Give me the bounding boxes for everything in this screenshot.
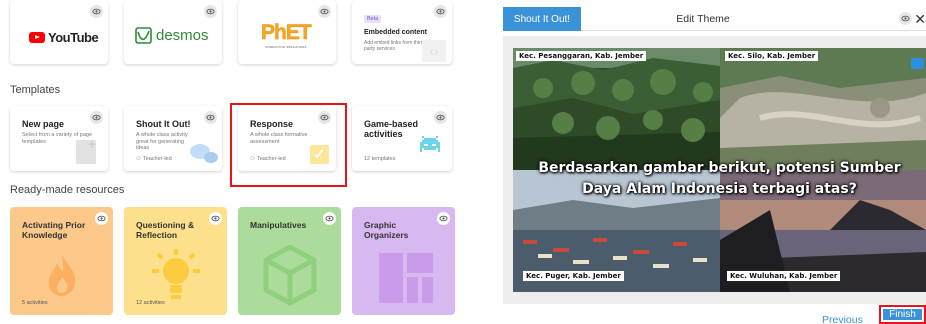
finish-button-highlight: Finish [879, 305, 926, 324]
question-line-1: Berdasarkan gambar berikut, potensi Sumb… [538, 160, 901, 176]
template-meta-label: 12 templates [364, 156, 396, 162]
youtube-logo: YouTube [29, 30, 99, 45]
templates-heading: Templates [10, 84, 61, 96]
activity-editor-panel: Shout It Out! Edit Theme ✕ Kec. Pesangga… [503, 0, 926, 324]
tab-shout-it-out[interactable]: Shout It Out! [503, 7, 581, 31]
youtube-label: YouTube [48, 30, 99, 45]
slide-image: Kec. Pesanggaran, Kab. Jember Kec. Silo,… [513, 48, 926, 292]
preview-eye-icon[interactable] [437, 212, 450, 225]
resource-activating-prior-knowledge-card[interactable]: Activating Prior Knowledge 5 activities [10, 207, 113, 315]
question-line-2: Daya Alam Indonesia terbagi atas? [582, 181, 857, 197]
beta-badge: Beta [364, 15, 382, 23]
preview-eye-icon[interactable] [204, 5, 217, 18]
slide-stage: Kec. Pesanggaran, Kab. Jember Kec. Silo,… [503, 36, 926, 304]
template-meta: ⚇ Teacher-led [136, 156, 172, 162]
teacher-icon: ⚇ [136, 156, 141, 162]
template-meta-label: Teacher-led [142, 156, 172, 162]
close-icon[interactable]: ✕ [914, 11, 926, 28]
photo-label: Kec. Puger, Kab. Jember [523, 271, 624, 281]
lightbulb-icon [152, 249, 200, 299]
template-desc: A whole class activity great for generat… [136, 132, 188, 151]
embedded-content-card[interactable]: Beta Embedded content Add embed links fr… [352, 0, 452, 64]
resource-title: Manipulatives [250, 220, 307, 230]
previous-button[interactable]: Previous [822, 314, 863, 324]
desmos-label: desmos [156, 27, 209, 44]
resource-meta: 12 activities [136, 300, 165, 306]
photo-label: Kec. Wuluhan, Kab. Jember [727, 271, 841, 281]
response-highlight-box [230, 103, 347, 187]
embed-code-icon: ‹› [422, 40, 446, 62]
youtube-card[interactable]: YouTube [10, 0, 108, 64]
embedded-desc: Add embed links from third-party service… [364, 40, 426, 52]
template-title: New page [22, 119, 65, 129]
resource-title: Activating Prior Knowledge [22, 220, 86, 240]
new-page-plus-icon: + [88, 136, 97, 152]
photo-label: Kec. Silo, Kab. Jember [725, 51, 819, 61]
resource-title: Questioning & Reflection [136, 220, 195, 240]
embedded-title: Embedded content [364, 29, 428, 36]
resource-graphic-organizers-card[interactable]: Graphic Organizers [352, 207, 455, 315]
preview-eye-icon[interactable] [434, 111, 447, 124]
resource-questioning-reflection-card[interactable]: Questioning & Reflection 12 activities [124, 207, 227, 315]
preview-eye-icon[interactable] [318, 5, 331, 18]
beta-badge-label: Beta [367, 16, 379, 22]
forest-photo [513, 48, 720, 170]
phet-label: PhET [261, 21, 312, 44]
template-new-page-card[interactable]: New page Select from a variety of page t… [10, 106, 108, 171]
resources-heading: Ready-made resources [10, 184, 125, 196]
organizer-grid-icon [379, 253, 433, 303]
template-title: Game-based activities [364, 119, 419, 139]
desmos-card[interactable]: desmos [124, 0, 222, 64]
phet-card[interactable]: PhET INTERACTIVE SIMULATIONS [238, 0, 336, 64]
photo-label: Kec. Pesanggaran, Kab. Jember [516, 51, 647, 61]
cube-icon [263, 245, 317, 306]
preview-eye-icon[interactable] [204, 111, 217, 124]
preview-eye-icon[interactable] [899, 12, 912, 25]
desmos-icon [135, 27, 152, 44]
phet-logo: PhET INTERACTIVE SIMULATIONS [261, 21, 312, 49]
phet-sublabel: INTERACTIVE SIMULATIONS [265, 45, 307, 49]
youtube-play-icon [29, 32, 45, 43]
resource-meta: 5 activities [22, 300, 48, 306]
content-picker-panel: YouTube desmos PhET INTERACTIVE SIMULATI… [0, 0, 470, 324]
preview-eye-icon[interactable] [434, 5, 447, 18]
template-meta: 12 templates [364, 156, 396, 162]
preview-eye-icon[interactable] [90, 111, 103, 124]
preview-eye-icon[interactable] [323, 212, 336, 225]
preview-eye-icon[interactable] [90, 5, 103, 18]
tab-edit-theme[interactable]: Edit Theme [648, 7, 758, 31]
template-shout-it-out-card[interactable]: Shout It Out! A whole class activity gre… [124, 106, 222, 171]
desmos-logo: desmos [135, 27, 209, 44]
speech-bubble-small-icon [204, 152, 218, 163]
game-invader-icon [420, 136, 440, 152]
resource-manipulatives-card[interactable]: Manipulatives [238, 207, 341, 315]
flame-icon [48, 255, 76, 296]
finish-button[interactable]: Finish [883, 309, 922, 320]
image-icon[interactable] [911, 58, 924, 69]
resource-title: Graphic Organizers [364, 220, 409, 240]
mining-photo [720, 48, 926, 170]
editor-tab-bar: Shout It Out! Edit Theme ✕ [503, 7, 926, 31]
template-title: Shout It Out! [136, 119, 191, 129]
template-game-based-card[interactable]: Game-based activities 12 templates [352, 106, 452, 171]
